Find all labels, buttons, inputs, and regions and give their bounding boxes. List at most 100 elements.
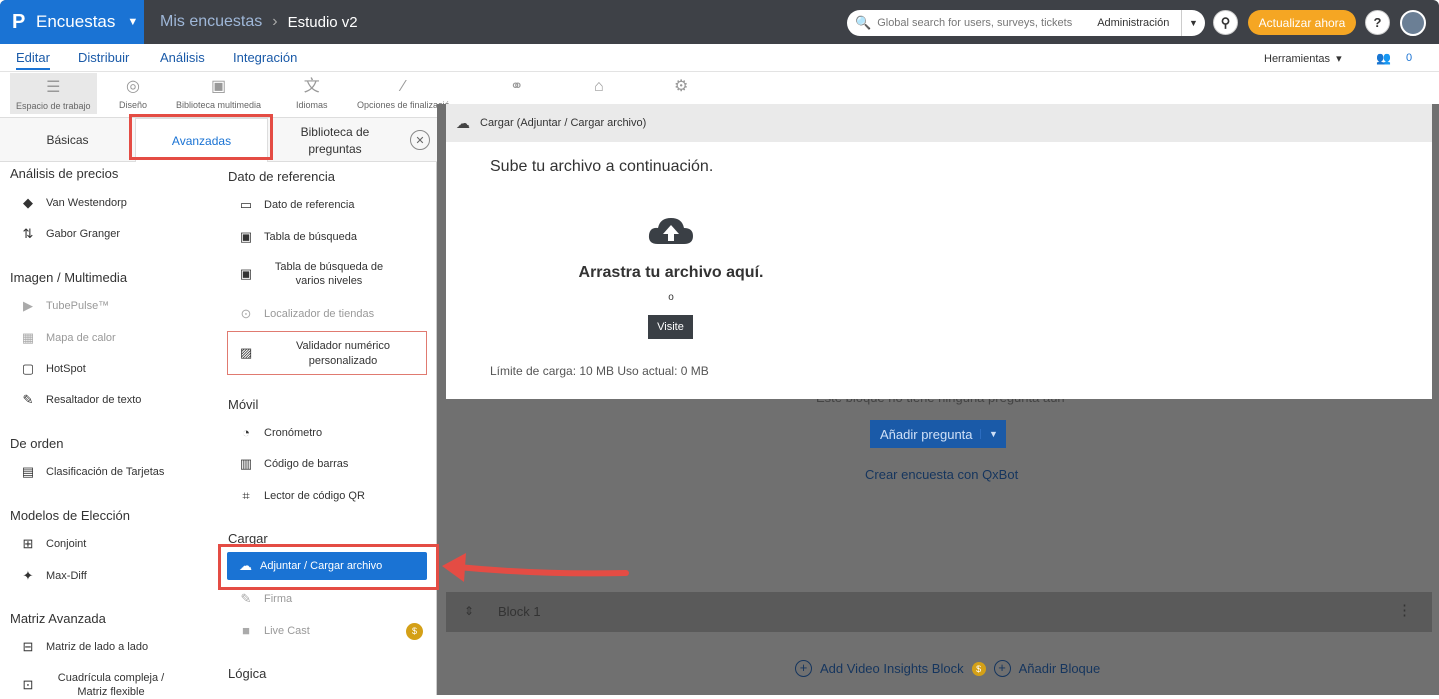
tab-editar[interactable]: Editar <box>16 50 50 70</box>
clapper-icon: ▶ <box>23 298 33 313</box>
item-tubepulse[interactable]: ▶ TubePulse™ <box>20 298 109 314</box>
add-block-link[interactable]: Añadir Bloque <box>1019 661 1101 676</box>
wand-icon: ✦ <box>22 568 34 583</box>
item-gabor-granger[interactable]: ⇅ Gabor Granger <box>20 226 120 242</box>
toolbar-tag-item[interactable]: ⌂ <box>594 76 604 100</box>
tab-basicas[interactable]: Básicas <box>0 118 135 162</box>
add-video-block-link[interactable]: Add Video Insights Block <box>820 661 964 676</box>
toolbar-media-label: Biblioteca multimedia <box>176 100 262 110</box>
tools-label: Herramientas <box>1264 53 1331 65</box>
tab-biblioteca-line2: preguntas <box>308 141 362 156</box>
close-panel-icon[interactable]: ✕ <box>410 130 430 150</box>
item-text-highlighter[interactable]: ✎ Resaltador de texto <box>20 392 142 408</box>
top-bar: P Encuestas ▼ Mis encuestas › Estudio v2… <box>0 0 1439 44</box>
browse-button[interactable]: Visite <box>648 315 693 339</box>
tab-analisis[interactable]: Análisis <box>160 50 205 65</box>
cards-icon: ▤ <box>21 464 35 479</box>
section-title: Matriz Avanzada <box>10 611 106 626</box>
item-side-by-side[interactable]: ⊟ Matriz de lado a lado <box>20 639 149 655</box>
toolbar-design[interactable]: ◎ Diseño <box>119 76 147 110</box>
item-label: Van Westendorp <box>46 197 127 209</box>
item-hotspot[interactable]: ▢ HotSpot <box>20 361 86 377</box>
item-lookup-table[interactable]: ▣ Tabla de búsqueda <box>238 229 357 245</box>
item-signature[interactable]: ✎ Firma <box>238 591 293 607</box>
item-conjoint[interactable]: ⊞ Conjoint <box>20 536 87 552</box>
item-card-sorting[interactable]: ▤ Clasificación de Tarjetas <box>20 464 165 480</box>
caret-down-icon[interactable]: ▼ <box>980 429 998 439</box>
item-heatmap[interactable]: ▦ Mapa de calor <box>20 330 116 346</box>
questionpro-logo-icon: P <box>12 10 26 33</box>
toolbar-link-item[interactable]: ⚭ <box>510 76 523 100</box>
premium-badge-icon: $ <box>971 661 986 676</box>
item-label: Max-Diff <box>46 570 87 582</box>
image-icon: ▣ <box>210 78 227 95</box>
app-switcher[interactable]: P Encuestas ▼ <box>0 0 144 44</box>
toolbar-end-options[interactable]: ⁄ Opciones de finalizació <box>357 76 450 110</box>
highlighter-icon: ✎ <box>22 392 34 407</box>
breadcrumb-separator: › <box>272 13 278 30</box>
toolbar-workspace-label: Espacio de trabajo <box>16 101 91 111</box>
drop-zone-text[interactable]: Arrastra tu archivo aquí. <box>446 264 896 282</box>
collaborators-count: 0 <box>1406 52 1413 64</box>
item-barcode[interactable]: ▥ Código de barras <box>238 456 349 472</box>
more-options-icon[interactable]: ⋮ <box>1397 601 1412 619</box>
item-stopwatch[interactable]: ◔ Cronómetro <box>238 425 322 440</box>
toolbar-languages[interactable]: 文 Idiomas <box>296 76 328 110</box>
add-question-button[interactable]: Añadir pregunta ▼ <box>870 420 1006 448</box>
block-header[interactable]: ⇕ Block 1 ⋮ <box>446 592 1432 632</box>
item-label: Cuadrícula compleja / <box>57 672 165 684</box>
section-title: Lógica <box>228 666 267 681</box>
main-nav: Editar Distribuir Análisis Integración H… <box>0 44 1439 72</box>
tab-integracion[interactable]: Integración <box>233 50 297 65</box>
toolbar-settings-item[interactable]: ⚙ <box>674 76 688 100</box>
item-reference-data[interactable]: ▭ Dato de referencia <box>238 197 355 213</box>
item-van-westendorp[interactable]: ◆ Van Westendorp <box>20 195 127 211</box>
search-scope[interactable]: Administración <box>1097 17 1169 29</box>
highlight-box <box>129 114 273 160</box>
item-multilevel-lookup[interactable]: ▣ Tabla de búsqueda de varios niveles <box>238 260 394 288</box>
toolbar-end-label: Opciones de finalizació <box>357 100 450 110</box>
gear-icon: ⚙ <box>674 78 689 95</box>
caret-down-icon: ▼ <box>127 16 139 28</box>
modal-header-title: Cargar (Adjuntar / Cargar archivo) <box>480 117 647 129</box>
question-types-panel: Básicas Avanzadas Biblioteca de pregunta… <box>0 114 439 698</box>
collapse-icon[interactable]: ⇕ <box>464 604 474 618</box>
section-title: Análisis de precios <box>10 166 119 181</box>
wand-icon: ⁄ <box>401 78 405 95</box>
global-search[interactable]: 🔍 Global search for users, surveys, tick… <box>847 10 1205 36</box>
item-store-locator[interactable]: ⊙ Localizador de tiendas <box>238 306 375 322</box>
section-title: Imagen / Multimedia <box>10 270 128 285</box>
item-label: Código de barras <box>264 458 349 470</box>
qxbot-link[interactable]: Crear encuesta con QxBot <box>865 467 1018 482</box>
tools-menu[interactable]: Herramientas ▾ <box>1264 52 1342 65</box>
tab-biblioteca[interactable]: Biblioteca de preguntas <box>268 118 402 162</box>
tab-distribuir[interactable]: Distribuir <box>78 50 129 65</box>
squares-icon: ⊞ <box>22 536 34 551</box>
users-icon[interactable]: 👥 <box>1376 51 1391 65</box>
upgrade-button[interactable]: Actualizar ahora <box>1248 10 1356 35</box>
search-button[interactable]: ⚲ <box>1213 10 1238 35</box>
item-qr-reader[interactable]: ⌗ Lector de código QR <box>238 488 365 504</box>
item-label: Validador numérico <box>296 340 390 352</box>
item-label: Dato de referencia <box>264 199 355 211</box>
toolbar-workspace[interactable]: ☰ Espacio de trabajo <box>10 73 97 114</box>
dollar-swap-icon: ⇅ <box>22 226 34 241</box>
item-label: Mapa de calor <box>46 332 116 344</box>
avatar[interactable] <box>1400 10 1426 36</box>
search-input[interactable]: Global search for users, surveys, ticket… <box>877 17 1097 29</box>
barcode-icon: ▥ <box>239 456 253 471</box>
help-button[interactable]: ? <box>1365 10 1390 35</box>
scope-dropdown-icon[interactable]: ▼ <box>1181 10 1205 36</box>
stopwatch-icon: ◔ <box>242 425 250 440</box>
item-label: Tabla de búsqueda de <box>274 261 384 273</box>
section-title: Modelos de Elección <box>10 508 130 523</box>
workspace-icon: ☰ <box>46 79 61 96</box>
toolbar-media-library[interactable]: ▣ Biblioteca multimedia <box>176 76 261 110</box>
translate-icon: 文 <box>303 78 320 95</box>
item-label: Clasificación de Tarjetas <box>46 466 165 478</box>
breadcrumb-parent[interactable]: Mis encuestas <box>160 13 262 31</box>
item-maxdiff[interactable]: ✦ Max-Diff <box>20 568 87 584</box>
item-custom-validator[interactable]: ▨ Validador numérico personalizado <box>227 331 427 375</box>
item-livecast[interactable]: ■ Live Cast <box>238 623 310 638</box>
item-label: HotSpot <box>46 363 86 375</box>
